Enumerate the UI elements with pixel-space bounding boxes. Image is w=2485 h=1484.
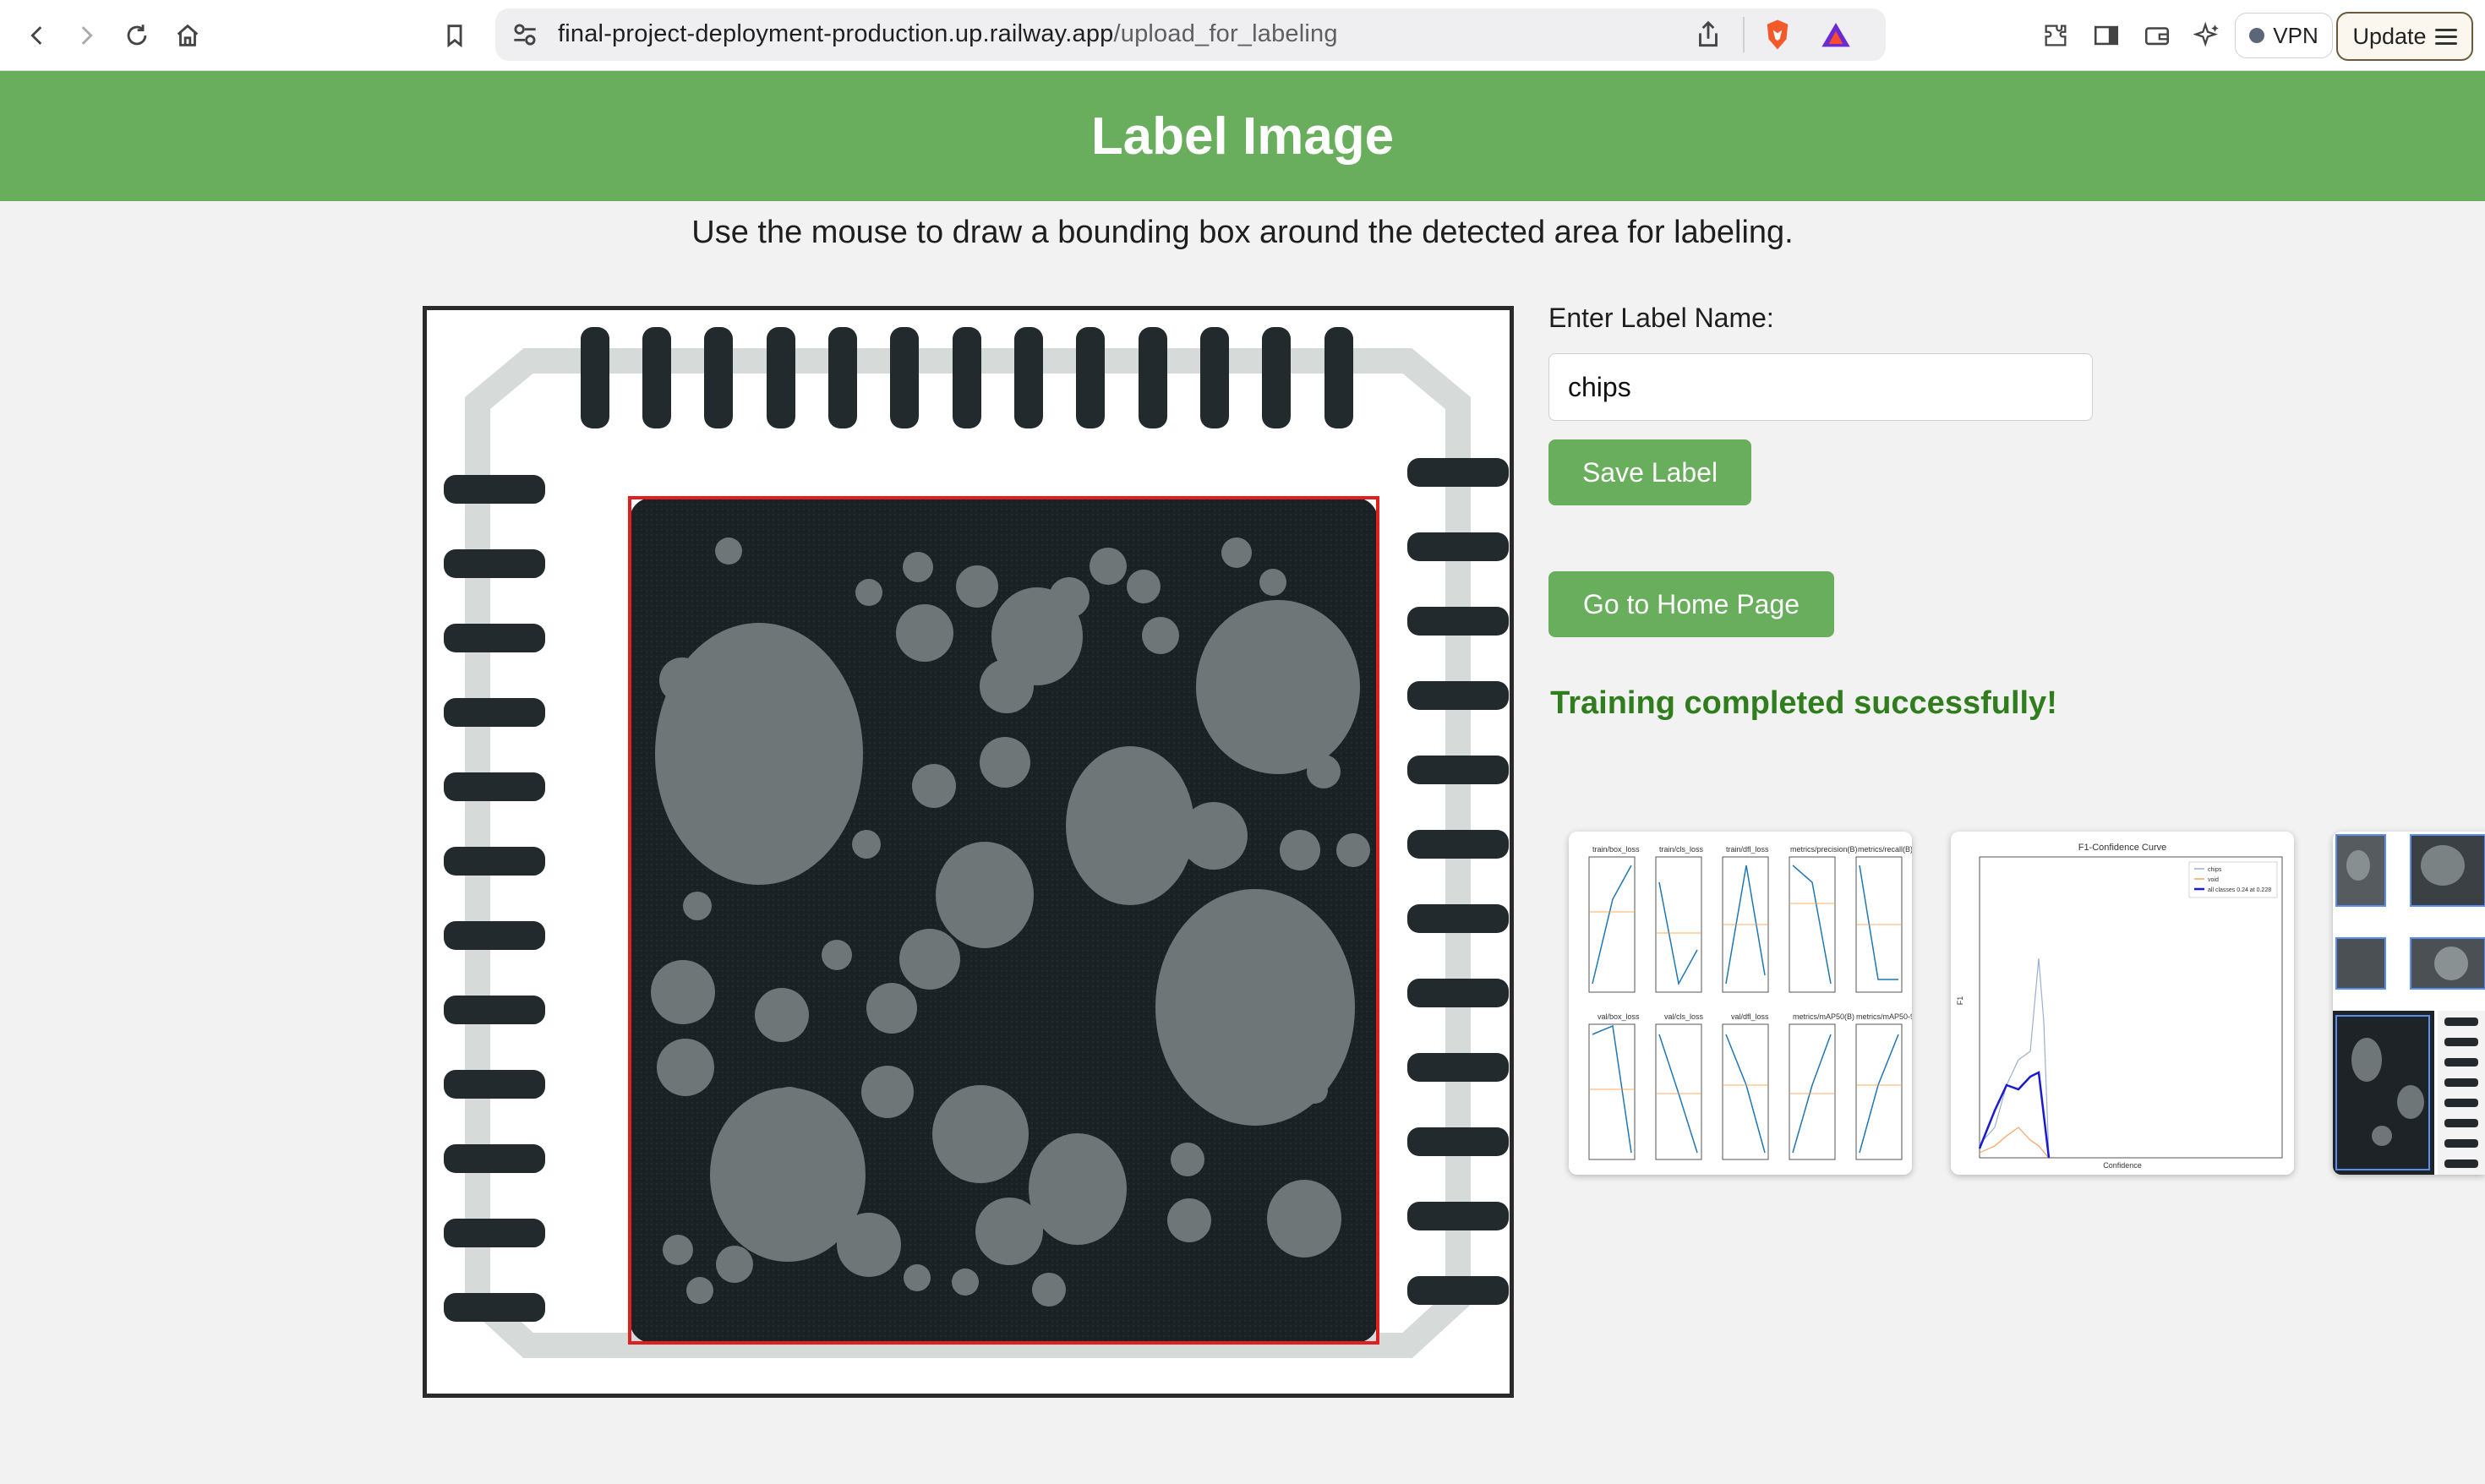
reload-icon[interactable] — [118, 17, 156, 54]
xray-image — [427, 310, 1510, 1394]
f1-plot-title: F1-Confidence Curve — [2078, 843, 2167, 853]
results-panel-title: train/box_loss — [1592, 845, 1640, 854]
label-name-caption: Enter Label Name: — [1548, 303, 1774, 333]
leo-ai-icon[interactable] — [2189, 17, 2226, 54]
url-divider — [1743, 17, 1745, 52]
brave-rewards-icon[interactable] — [1819, 19, 1853, 52]
site-settings-icon[interactable] — [509, 19, 541, 51]
f1-x-axis-label: Confidence — [2103, 1161, 2142, 1170]
results-panel-title: val/dfl_loss — [1731, 1012, 1769, 1021]
results-panel-title: val/box_loss — [1598, 1012, 1640, 1021]
labels-mosaic — [2333, 832, 2485, 1175]
share-icon[interactable] — [1692, 19, 1724, 51]
results-panel-title: metrics/recall(B) — [1858, 845, 1912, 854]
browser-toolbar: final-project-deployment-production.up.r… — [0, 0, 2485, 71]
sidebar-icon[interactable] — [2088, 17, 2125, 54]
url-text: final-project-deployment-production.up.r… — [558, 20, 1338, 48]
update-button[interactable]: Update — [2336, 12, 2473, 61]
f1-legend-entry: void — [2208, 877, 2219, 883]
bookmark-icon[interactable] — [436, 17, 473, 54]
label-name-input[interactable] — [1548, 353, 2093, 421]
back-icon[interactable] — [19, 17, 56, 54]
vpn-label: VPN — [2273, 22, 2318, 48]
home-icon[interactable] — [169, 17, 206, 54]
menu-icon — [2434, 28, 2457, 45]
labels-mosaic-thumbnail[interactable] — [2333, 832, 2485, 1175]
instruction-text: Use the mouse to draw a bounding box aro… — [691, 215, 1794, 250]
url-host: final-project-deployment-production.up.r… — [558, 20, 1114, 47]
labeling-canvas[interactable] — [423, 306, 1514, 1398]
save-label-button[interactable]: Save Label — [1548, 439, 1751, 505]
results-panel-title: train/cls_loss — [1659, 845, 1704, 854]
wallet-icon[interactable] — [2138, 17, 2176, 54]
results-panel-title: metrics/precision(B) — [1790, 845, 1858, 854]
update-label: Update — [2352, 23, 2427, 49]
url-path: /upload_for_labeling — [1113, 20, 1338, 47]
f1-y-axis-label: F1 — [1956, 996, 1964, 1006]
f1-curve-thumbnail[interactable]: F1-Confidence Curve Confidence F1 chips … — [1951, 832, 2294, 1175]
results-panel-title: val/cls_loss — [1664, 1012, 1704, 1021]
training-status-message: Training completed successfully! — [1550, 685, 2057, 721]
results-panel-title: train/dfl_loss — [1726, 845, 1769, 854]
brave-shields-icon[interactable] — [1760, 17, 1795, 52]
results-panel-title: metrics/mAP50(B) — [1793, 1012, 1854, 1021]
page-title: Label Image — [1090, 106, 1395, 166]
page-header: Label Image — [0, 71, 2485, 201]
results-panel-title: metrics/mAP50-95(B) — [1856, 1012, 1912, 1021]
results-plot: train/box_loss train/cls_loss train/dfl_… — [1569, 832, 1912, 1175]
address-bar[interactable]: final-project-deployment-production.up.r… — [495, 8, 1886, 61]
forward-icon[interactable] — [68, 17, 105, 54]
vpn-button[interactable]: VPN — [2235, 13, 2333, 58]
home-page-button[interactable]: Go to Home Page — [1548, 571, 1834, 637]
f1-legend-entry: all classes 0.24 at 0.228 — [2208, 887, 2271, 893]
extensions-icon[interactable] — [2037, 17, 2074, 54]
f1-legend-entry: chips — [2208, 867, 2222, 873]
f1-curve-plot: F1-Confidence Curve Confidence F1 chips … — [1951, 832, 2294, 1175]
results-plot-thumbnail[interactable]: train/box_loss train/cls_loss train/dfl_… — [1569, 832, 1912, 1175]
vpn-status-icon — [2249, 28, 2265, 43]
